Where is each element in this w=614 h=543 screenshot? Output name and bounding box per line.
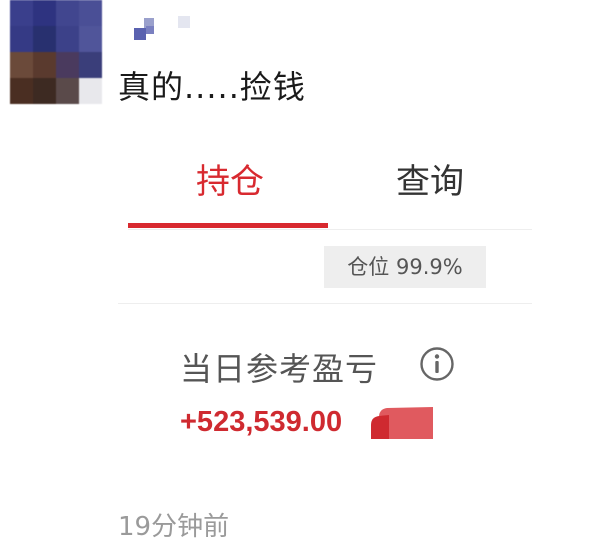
daily-pnl-value: +523,539.00 bbox=[180, 406, 343, 438]
info-icon[interactable] bbox=[419, 346, 455, 382]
daily-pnl-label: 当日参考盈亏 bbox=[180, 350, 379, 388]
tab-divider bbox=[128, 229, 532, 230]
tab-holdings[interactable]: 持仓 bbox=[130, 154, 330, 203]
username-blurred[interactable] bbox=[130, 14, 210, 42]
post-timestamp: 19分钟前 bbox=[118, 512, 230, 542]
post-text: 真的.....捡钱 bbox=[118, 68, 306, 106]
pnl-indicator-bar bbox=[371, 407, 433, 439]
position-badge: 仓位 99.9% bbox=[324, 246, 486, 288]
section-divider bbox=[118, 303, 532, 304]
tab-query[interactable]: 查询 bbox=[330, 154, 530, 203]
active-tab-indicator bbox=[128, 223, 328, 228]
avatar[interactable] bbox=[10, 0, 102, 104]
